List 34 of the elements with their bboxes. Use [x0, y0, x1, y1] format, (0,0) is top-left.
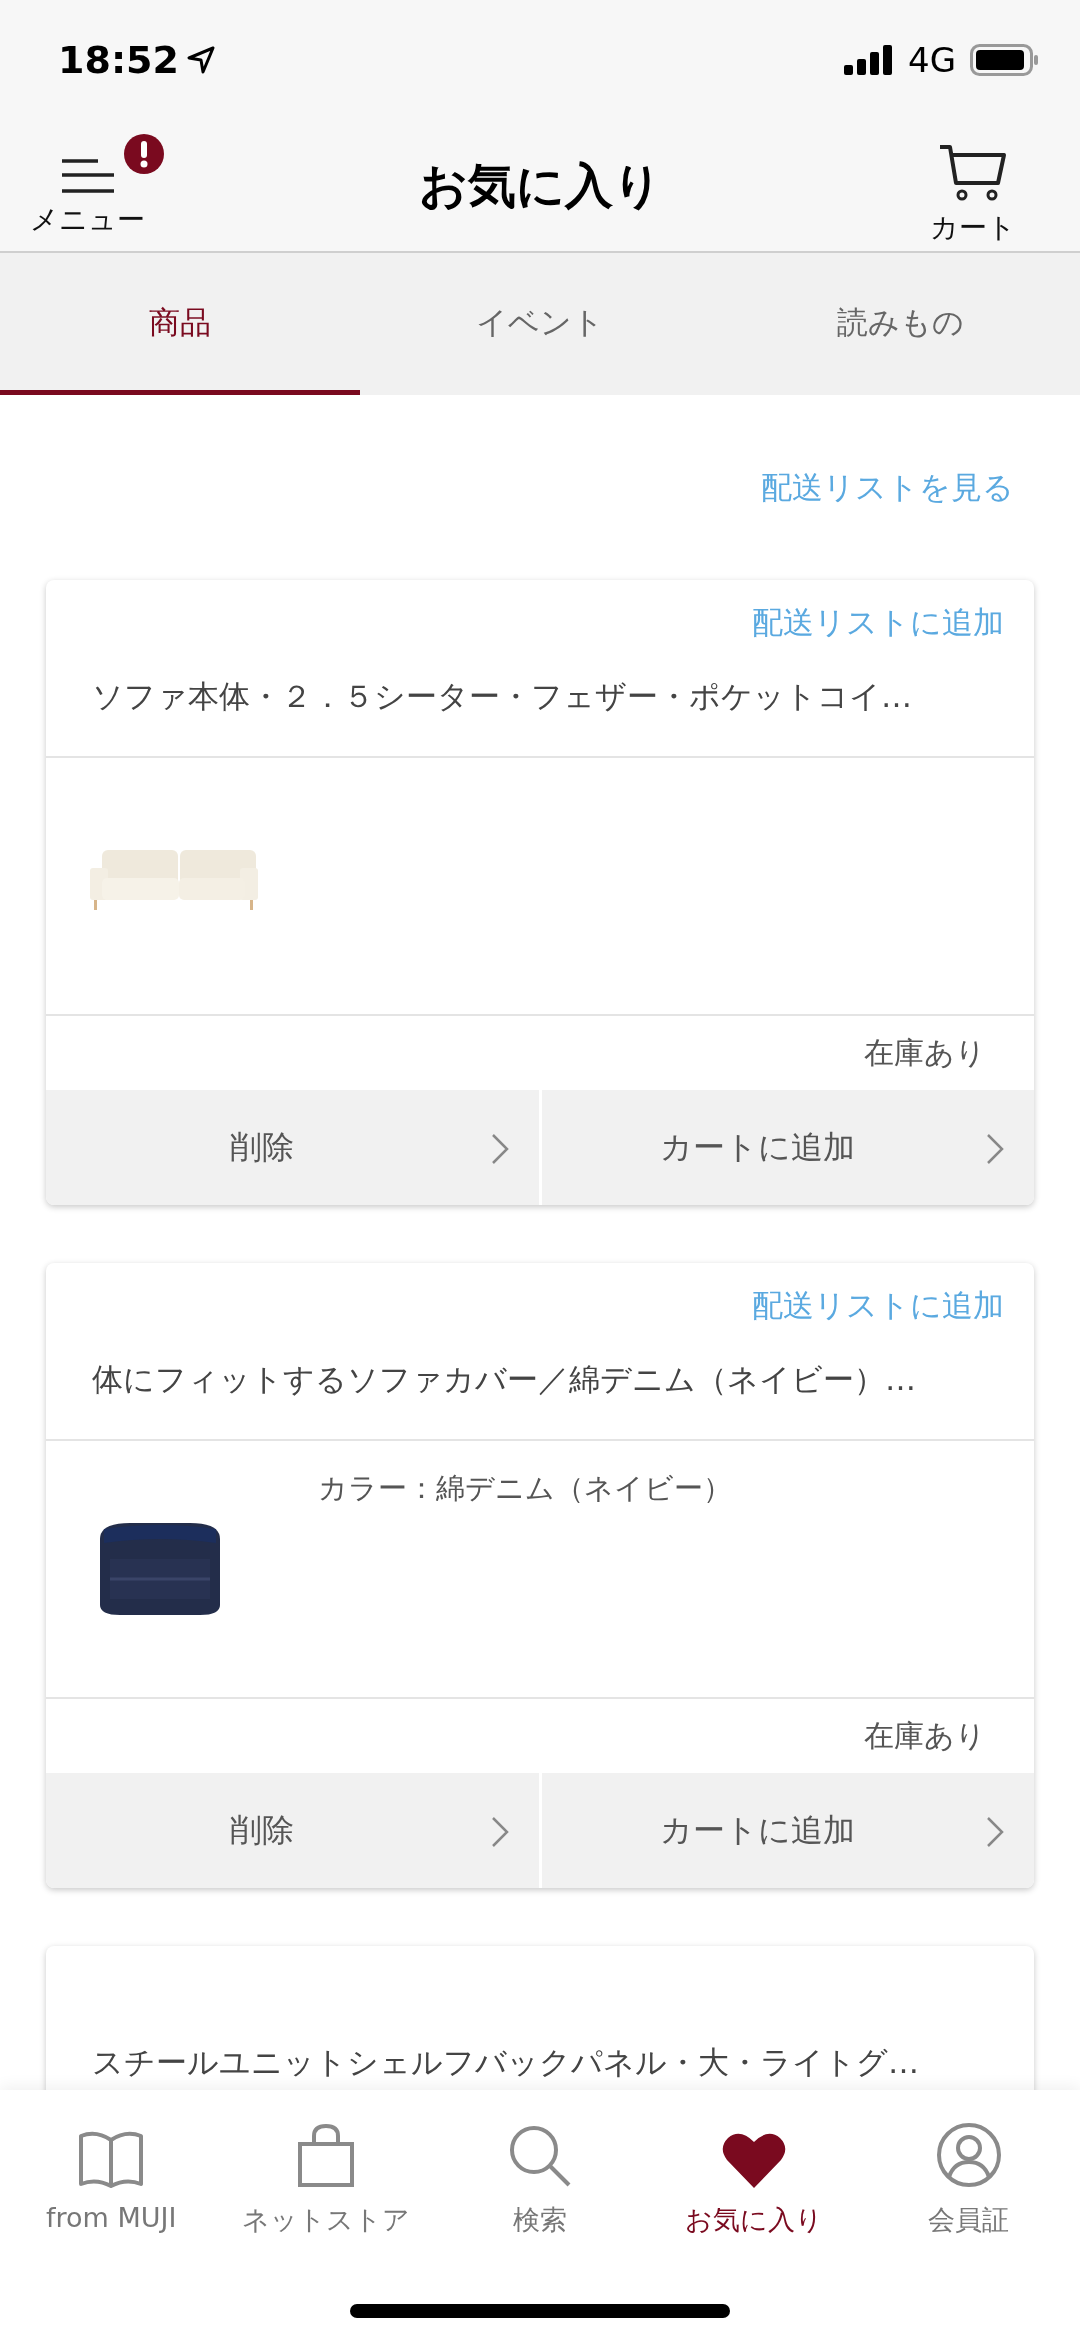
nav-tab[interactable]: from MUJI	[4, 2090, 219, 2239]
user-icon	[935, 2122, 1002, 2188]
delete-button[interactable]: 削除	[46, 1090, 539, 1205]
delete-button[interactable]: 削除	[46, 1773, 539, 1888]
clock: 18:52	[58, 38, 179, 82]
tab[interactable]: 読みもの	[720, 253, 1080, 395]
battery-icon	[970, 44, 1040, 76]
nav-tab[interactable]: ネットストア	[218, 2090, 433, 2239]
tab[interactable]: イベント	[360, 253, 720, 395]
product-name[interactable]: 体にフィットするソファカバー／綿デニム（ネイビー）…	[92, 1351, 1004, 1407]
signal-icon	[844, 45, 894, 75]
nav-tab[interactable]: 会員証	[861, 2090, 1077, 2239]
menu-button[interactable]: メニュー	[30, 132, 165, 239]
stock-status: 在庫あり	[864, 1716, 986, 1755]
nav-tab[interactable]: お気に入り	[647, 2090, 862, 2239]
add-to-cart-button[interactable]: カートに追加	[541, 1773, 1034, 1888]
chevron-right-icon	[490, 1816, 509, 1848]
nav-tab[interactable]: 検索	[432, 2090, 648, 2239]
chevron-right-icon	[490, 1133, 509, 1165]
add-to-cart-button[interactable]: カートに追加	[541, 1090, 1034, 1205]
chevron-right-icon	[986, 1816, 1004, 1848]
stock-status: 在庫あり	[864, 1033, 986, 1072]
cart-button[interactable]: カート	[930, 124, 1036, 247]
heart-icon	[722, 2132, 787, 2188]
search-icon	[508, 2124, 572, 2188]
chevron-right-icon	[986, 1133, 1004, 1165]
page-title: お気に入り	[418, 156, 662, 213]
network-label: 4G	[908, 40, 956, 80]
color-label: カラー：綿デニム（ネイビー）	[317, 1470, 732, 1507]
book-icon	[78, 2130, 145, 2188]
product-name[interactable]: スチールユニットシェルフバックパネル・大・ライトグ…	[92, 2040, 1004, 2084]
shopping-bag-icon	[296, 2124, 355, 2188]
product-name[interactable]: ソファ本体・２．５シーター・フェザー・ポケットコイ…	[92, 668, 1004, 724]
location-arrow-icon	[186, 46, 215, 74]
